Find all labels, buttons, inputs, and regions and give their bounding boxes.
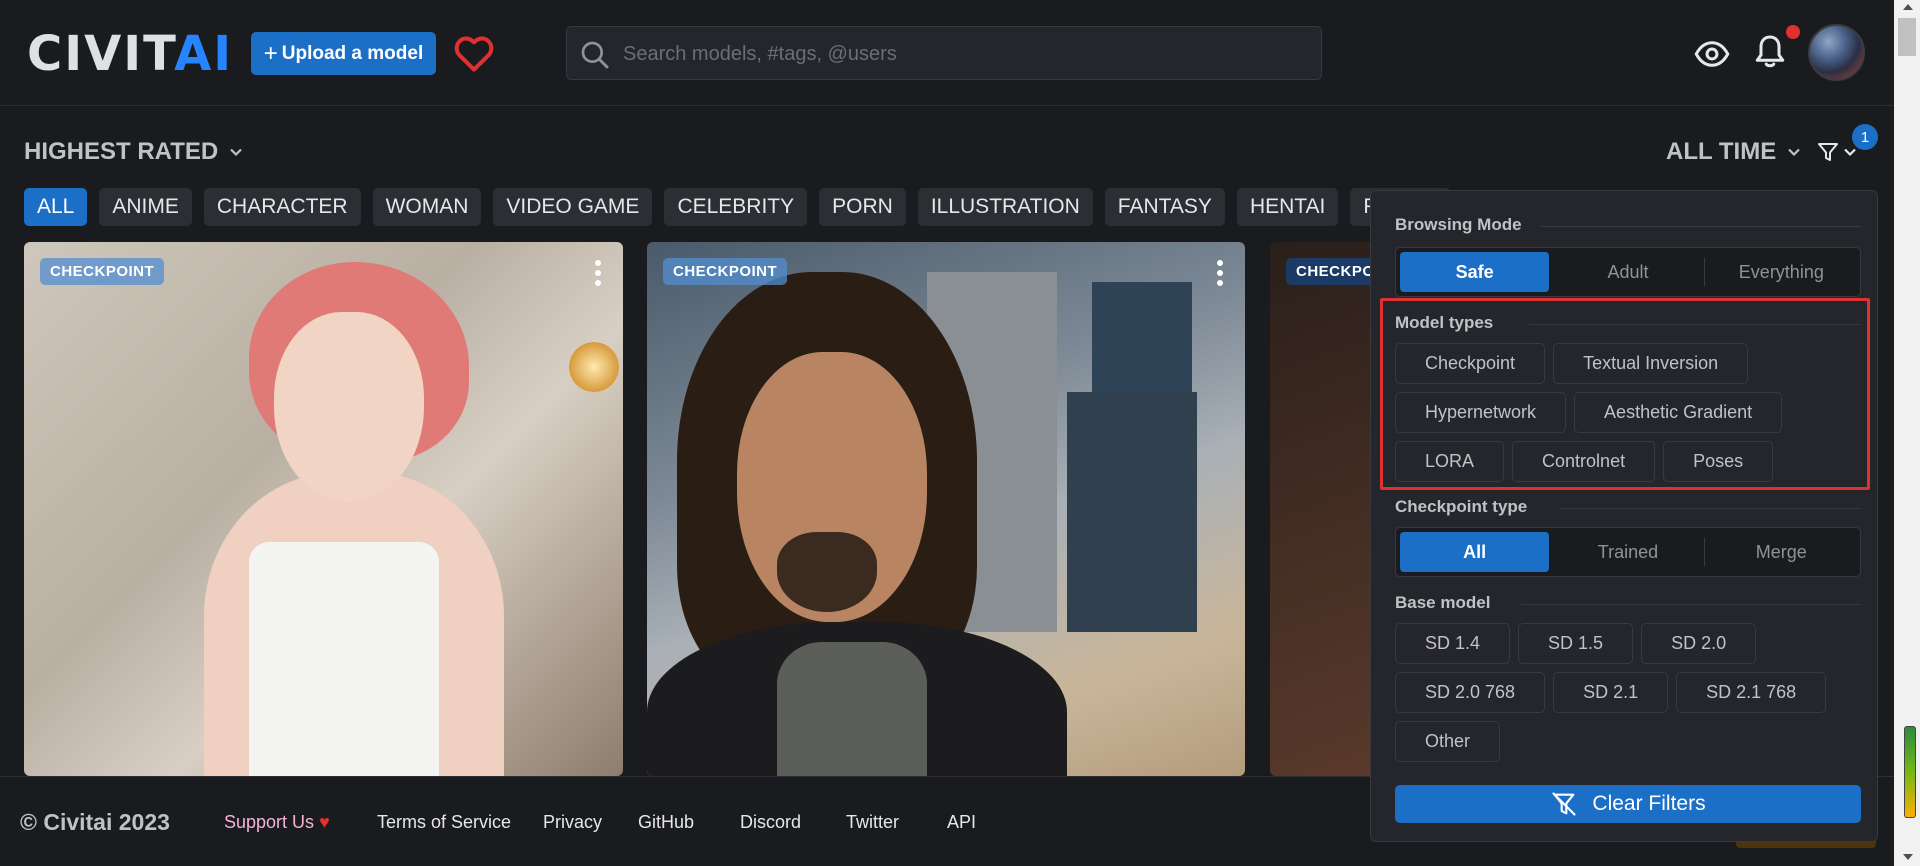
checkpoint-type-all[interactable]: All bbox=[1400, 532, 1550, 572]
tag-character[interactable]: CHARACTER bbox=[203, 188, 361, 226]
heart-icon[interactable] bbox=[452, 32, 496, 76]
checkpoint-type-title: Checkpoint type bbox=[1395, 497, 1528, 516]
filter-count-badge: 1 bbox=[1852, 124, 1878, 150]
card-image-apron bbox=[249, 542, 439, 776]
scroll-down-arrow-icon[interactable] bbox=[1903, 854, 1913, 860]
search-input[interactable]: Search models, #tags, @users bbox=[623, 43, 897, 66]
eye-icon[interactable] bbox=[1694, 36, 1730, 72]
chip-other[interactable]: Other bbox=[1395, 721, 1501, 762]
user-avatar[interactable] bbox=[1808, 24, 1865, 81]
tag-woman[interactable]: WOMAN bbox=[372, 188, 482, 226]
base-model-chips: SD 1.4 SD 1.5 SD 2.0 SD 2.0 768 SD 2.1 S… bbox=[1395, 623, 1865, 762]
logo-text-civit: CIVIT bbox=[27, 26, 175, 82]
divider bbox=[1521, 604, 1861, 605]
period-label: ALL TIME bbox=[1666, 138, 1777, 165]
chip-sd-2-1[interactable]: SD 2.1 bbox=[1553, 672, 1669, 713]
heart-icon: ♥ bbox=[319, 812, 330, 832]
model-types-chips: Checkpoint Textual Inversion Hypernetwor… bbox=[1395, 343, 1865, 482]
chip-aesthetic-gradient[interactable]: Aesthetic Gradient bbox=[1574, 392, 1783, 433]
tag-illustration[interactable]: ILLUSTRATION bbox=[917, 188, 1093, 226]
browsing-mode-adult[interactable]: Adult bbox=[1553, 252, 1702, 292]
card-image-beard bbox=[777, 532, 877, 612]
card-type-badge: CHECKPOINT bbox=[663, 258, 788, 285]
browsing-mode-safe[interactable]: Safe bbox=[1400, 252, 1550, 292]
model-card[interactable]: CHECKPOINT bbox=[647, 242, 1245, 776]
model-card[interactable]: CHECKPOINT bbox=[24, 242, 623, 776]
sort-dropdown[interactable]: HIGHEST RATED bbox=[24, 138, 244, 166]
terms-link[interactable]: Terms of Service bbox=[377, 812, 511, 833]
clear-filters-label: Clear Filters bbox=[1592, 792, 1706, 815]
card-menu-icon[interactable] bbox=[1215, 260, 1225, 290]
privacy-link[interactable]: Privacy bbox=[543, 812, 602, 833]
chevron-down-icon bbox=[1788, 148, 1800, 157]
card-image-face bbox=[274, 312, 424, 502]
base-model-title: Base model bbox=[1395, 593, 1491, 612]
tag-video-game[interactable]: VIDEO GAME bbox=[493, 188, 653, 226]
chip-sd-2-1-768[interactable]: SD 2.1 768 bbox=[1676, 672, 1827, 713]
divider bbox=[1559, 508, 1861, 509]
chip-controlnet[interactable]: Controlnet bbox=[1512, 441, 1656, 482]
tag-anime[interactable]: ANIME bbox=[99, 188, 192, 226]
filter-icon bbox=[1818, 143, 1838, 161]
sort-label: HIGHEST RATED bbox=[24, 138, 219, 165]
api-link[interactable]: API bbox=[947, 812, 976, 833]
chip-sd-2-0-768[interactable]: SD 2.0 768 bbox=[1395, 672, 1546, 713]
bell-icon[interactable] bbox=[1752, 32, 1788, 72]
divider bbox=[1541, 226, 1861, 227]
upload-model-label: Upload a model bbox=[281, 42, 424, 64]
page: CIVITAI + Upload a model Search models, … bbox=[0, 0, 1920, 866]
browsing-mode-everything[interactable]: Everything bbox=[1703, 252, 1856, 292]
notification-dot bbox=[1786, 25, 1800, 39]
github-link[interactable]: GitHub bbox=[638, 812, 694, 833]
search-bar[interactable]: Search models, #tags, @users bbox=[566, 26, 1322, 80]
support-us-link[interactable]: Support Us ♥ bbox=[224, 812, 330, 833]
tag-fantasy[interactable]: FANTASY bbox=[1104, 188, 1225, 226]
card-menu-icon[interactable] bbox=[593, 260, 603, 290]
browsing-mode-control: Safe Adult Everything bbox=[1395, 247, 1861, 297]
logo-text-ai: AI bbox=[174, 26, 234, 82]
card-type-badge: CHECKPOINT bbox=[40, 258, 165, 285]
scroll-up-arrow-icon[interactable] bbox=[1903, 4, 1913, 10]
chip-checkpoint[interactable]: Checkpoint bbox=[1395, 343, 1546, 384]
chevron-down-icon bbox=[230, 148, 243, 157]
discord-link[interactable]: Discord bbox=[740, 812, 801, 833]
upload-model-button[interactable]: + Upload a model bbox=[251, 32, 436, 75]
card-image-shirt bbox=[777, 642, 927, 776]
checkpoint-type-trained[interactable]: Trained bbox=[1553, 532, 1702, 572]
clear-filters-button[interactable]: Clear Filters bbox=[1395, 785, 1861, 823]
chip-sd-1-4[interactable]: SD 1.4 bbox=[1395, 623, 1511, 664]
scrollbar-thumb[interactable] bbox=[1898, 18, 1916, 56]
card-image-building bbox=[1067, 392, 1197, 632]
checkpoint-type-merge[interactable]: Merge bbox=[1703, 532, 1856, 572]
filter-panel: Browsing Mode Safe Adult Everything Mode… bbox=[1370, 190, 1878, 842]
tag-celebrity[interactable]: CELEBRITY bbox=[664, 188, 808, 226]
card-image-lamp bbox=[569, 342, 619, 392]
chip-hypernetwork[interactable]: Hypernetwork bbox=[1395, 392, 1567, 433]
checkpoint-type-control: All Trained Merge bbox=[1395, 527, 1861, 577]
twitter-link[interactable]: Twitter bbox=[846, 812, 899, 833]
filter-off-icon bbox=[1552, 792, 1576, 816]
footer-copyright: © Civitai 2023 bbox=[20, 809, 170, 835]
tag-porn[interactable]: PORN bbox=[819, 188, 906, 226]
tag-bar: ALL ANIME CHARACTER WOMAN VIDEO GAME CEL… bbox=[24, 188, 1451, 226]
chip-poses[interactable]: Poses bbox=[1663, 441, 1774, 482]
search-icon bbox=[581, 41, 609, 69]
divider bbox=[1529, 324, 1861, 325]
civitai-logo[interactable]: CIVITAI bbox=[27, 30, 233, 78]
tag-hentai[interactable]: HENTAI bbox=[1236, 188, 1339, 226]
period-dropdown[interactable]: ALL TIME bbox=[1666, 138, 1802, 166]
browsing-mode-title: Browsing Mode bbox=[1395, 215, 1522, 234]
chip-sd-2-0[interactable]: SD 2.0 bbox=[1641, 623, 1757, 664]
side-level-meter bbox=[1904, 726, 1916, 818]
plus-icon: + bbox=[263, 39, 278, 67]
support-us-label: Support Us bbox=[224, 812, 315, 832]
tag-all[interactable]: ALL bbox=[24, 188, 88, 226]
chip-sd-1-5[interactable]: SD 1.5 bbox=[1518, 623, 1634, 664]
chip-lora[interactable]: LORA bbox=[1395, 441, 1505, 482]
top-header: CIVITAI + Upload a model Search models, … bbox=[0, 0, 1894, 106]
chip-textual-inversion[interactable]: Textual Inversion bbox=[1553, 343, 1749, 384]
model-types-title: Model types bbox=[1395, 313, 1494, 332]
